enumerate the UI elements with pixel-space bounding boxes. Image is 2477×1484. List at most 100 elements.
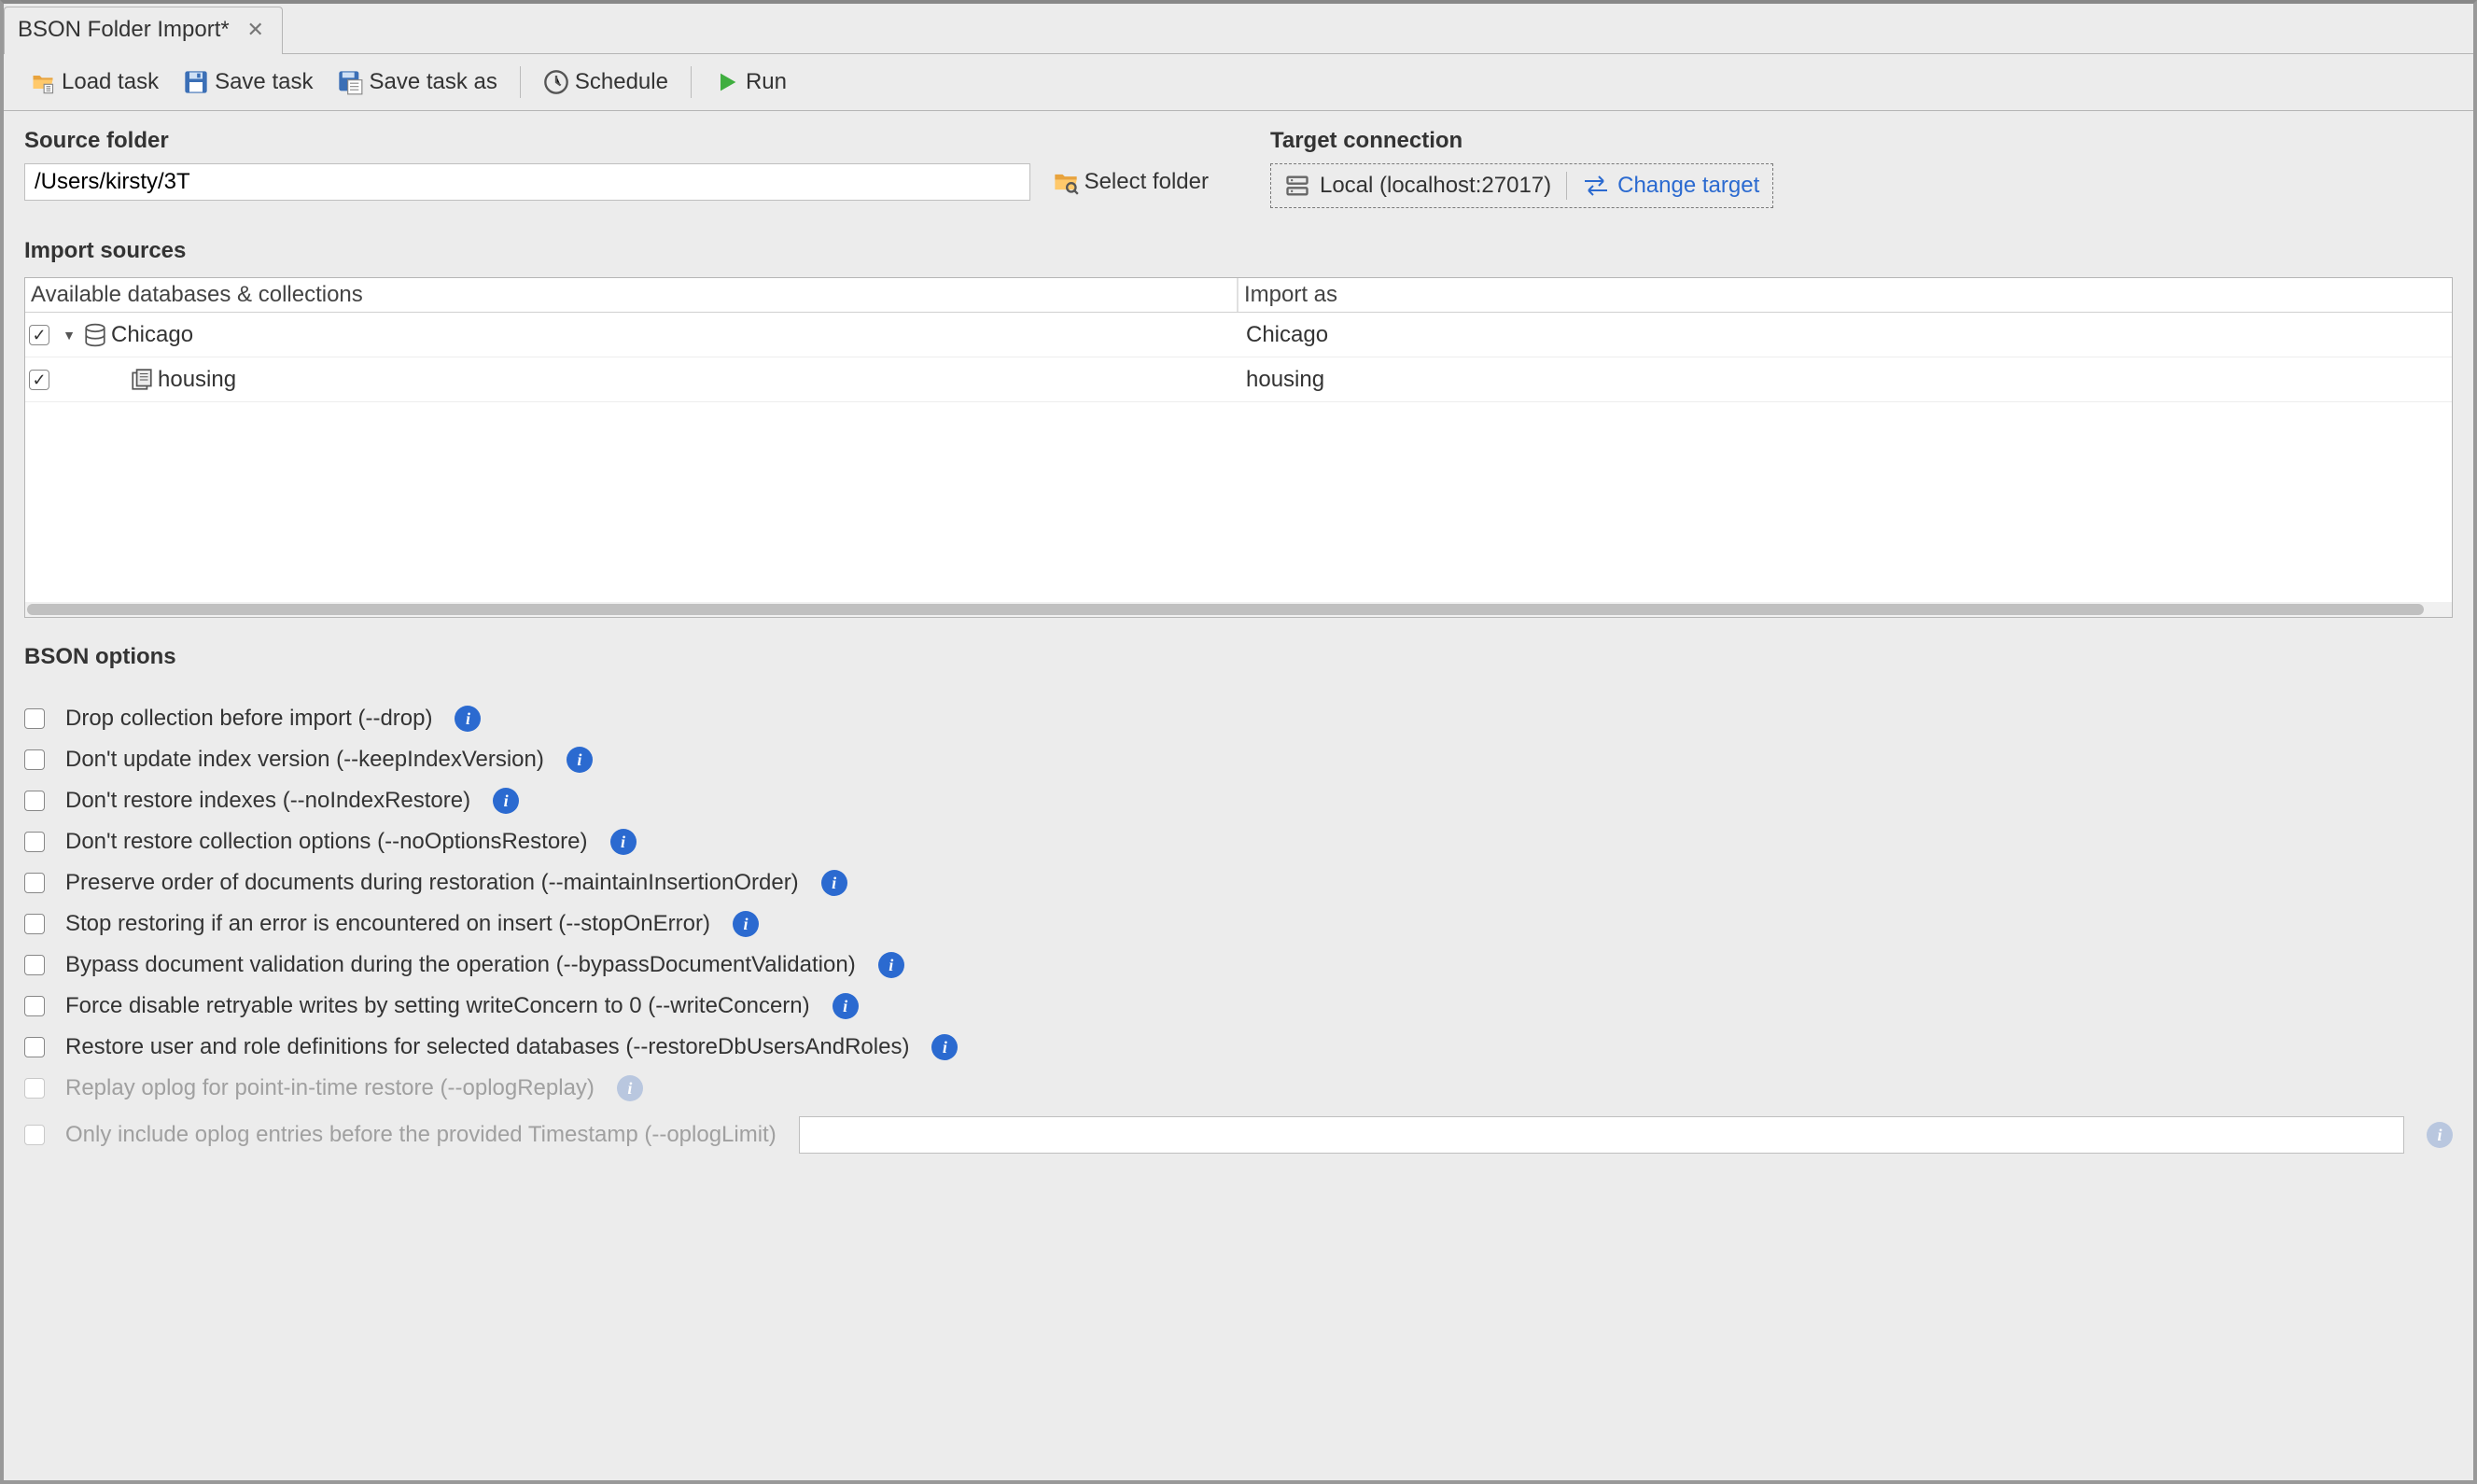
- folder-search-icon: [1053, 169, 1079, 195]
- option-label: Only include oplog entries before the pr…: [65, 1122, 777, 1148]
- grid-body: ▼ Chicago Chicago: [25, 313, 2452, 602]
- option-oplog-replay: Replay oplog for point-in-time restore (…: [24, 1075, 595, 1101]
- option-oplog-limit: Only include oplog entries before the pr…: [24, 1122, 777, 1148]
- load-task-button[interactable]: Load task: [22, 65, 166, 99]
- play-icon: [714, 69, 740, 95]
- select-folder-button[interactable]: Select folder: [1047, 165, 1214, 199]
- import-sources-label: Import sources: [24, 238, 2453, 264]
- option-label: Don't restore collection options (--noOp…: [65, 829, 588, 855]
- oplog-limit-input: [799, 1116, 2404, 1154]
- info-icon[interactable]: i: [455, 706, 481, 732]
- option-keep-index-version[interactable]: Don't update index version (--keepIndexV…: [24, 747, 544, 773]
- table-row[interactable]: ▼ Chicago Chicago: [25, 313, 2452, 357]
- content-area: Source folder Select folder Target conne…: [4, 111, 2473, 1480]
- close-icon[interactable]: ✕: [246, 21, 265, 39]
- option-label: Stop restoring if an error is encountere…: [65, 911, 710, 937]
- toolbar-separator: [691, 66, 692, 98]
- grid-header-import-as[interactable]: Import as: [1238, 278, 2452, 312]
- schedule-button[interactable]: Schedule: [536, 65, 676, 99]
- save-task-as-button[interactable]: Save task as: [329, 65, 504, 99]
- source-folder-label: Source folder: [24, 128, 1214, 154]
- info-icon[interactable]: i: [2427, 1122, 2453, 1148]
- row-name: housing: [158, 367, 236, 393]
- source-folder-input[interactable]: [24, 163, 1030, 201]
- schedule-label: Schedule: [575, 69, 668, 95]
- option-drop[interactable]: Drop collection before import (--drop): [24, 706, 432, 732]
- toolbar-separator: [520, 66, 521, 98]
- info-icon[interactable]: i: [733, 911, 759, 937]
- change-target-label: Change target: [1617, 173, 1759, 199]
- target-separator: [1566, 172, 1567, 200]
- target-connection-box: Local (localhost:27017) Change target: [1270, 163, 1773, 208]
- info-icon[interactable]: i: [493, 788, 519, 814]
- import-sources-grid: Available databases & collections Import…: [24, 277, 2453, 618]
- load-task-label: Load task: [62, 69, 159, 95]
- option-label: Don't restore indexes (--noIndexRestore): [65, 788, 470, 814]
- option-label: Restore user and role definitions for se…: [65, 1034, 909, 1060]
- select-folder-label: Select folder: [1085, 169, 1209, 195]
- info-icon[interactable]: i: [567, 747, 593, 773]
- option-checkbox[interactable]: [24, 708, 45, 729]
- info-icon[interactable]: i: [931, 1034, 958, 1060]
- horizontal-scrollbar[interactable]: [25, 602, 2452, 617]
- swap-icon: [1582, 175, 1610, 196]
- option-checkbox[interactable]: [24, 873, 45, 893]
- option-checkbox[interactable]: [24, 996, 45, 1016]
- chevron-down-icon[interactable]: ▼: [61, 327, 77, 343]
- option-label: Force disable retryable writes by settin…: [65, 993, 810, 1019]
- option-checkbox[interactable]: [24, 914, 45, 934]
- target-connection-label: Target connection: [1270, 128, 2453, 154]
- option-no-index-restore[interactable]: Don't restore indexes (--noIndexRestore): [24, 788, 470, 814]
- tab-title: BSON Folder Import*: [18, 17, 230, 43]
- database-icon: [83, 323, 107, 347]
- run-button[interactable]: Run: [707, 65, 794, 99]
- option-checkbox[interactable]: [24, 1037, 45, 1057]
- option-label: Bypass document validation during the op…: [65, 952, 856, 978]
- clock-icon: [543, 69, 569, 95]
- option-write-concern[interactable]: Force disable retryable writes by settin…: [24, 993, 810, 1019]
- row-import-as[interactable]: housing: [1238, 367, 2452, 393]
- target-connection-name: Local (localhost:27017): [1320, 173, 1551, 199]
- option-label: Preserve order of documents during resto…: [65, 870, 799, 896]
- change-target-button[interactable]: Change target: [1582, 173, 1759, 199]
- option-checkbox[interactable]: [24, 791, 45, 811]
- option-checkbox: [24, 1078, 45, 1099]
- option-checkbox: [24, 1125, 45, 1145]
- folder-open-icon: [30, 69, 56, 95]
- save-task-label: Save task: [215, 69, 313, 95]
- row-checkbox[interactable]: [29, 325, 49, 345]
- option-stop-on-error[interactable]: Stop restoring if an error is encountere…: [24, 911, 710, 937]
- option-bypass-validation[interactable]: Bypass document validation during the op…: [24, 952, 856, 978]
- option-checkbox[interactable]: [24, 749, 45, 770]
- info-icon[interactable]: i: [833, 993, 859, 1019]
- option-label: Don't update index version (--keepIndexV…: [65, 747, 544, 773]
- floppy-document-icon: [337, 69, 363, 95]
- tab-bson-import[interactable]: BSON Folder Import* ✕: [4, 7, 283, 54]
- option-restore-users-roles[interactable]: Restore user and role definitions for se…: [24, 1034, 909, 1060]
- table-row[interactable]: housing housing: [25, 357, 2452, 402]
- server-icon: [1284, 173, 1310, 199]
- info-icon[interactable]: i: [821, 870, 847, 896]
- row-import-as[interactable]: Chicago: [1238, 322, 2452, 348]
- option-checkbox[interactable]: [24, 955, 45, 975]
- info-icon[interactable]: i: [610, 829, 637, 855]
- option-maintain-insertion-order[interactable]: Preserve order of documents during resto…: [24, 870, 799, 896]
- options-panel: Drop collection before import (--drop) i…: [24, 706, 2453, 1182]
- toolbar: Load task Save task Save task as Schedul…: [4, 53, 2473, 111]
- save-task-as-label: Save task as: [369, 69, 497, 95]
- info-icon[interactable]: i: [878, 952, 904, 978]
- floppy-icon: [183, 69, 209, 95]
- info-icon[interactable]: i: [617, 1075, 643, 1101]
- row-name: Chicago: [111, 322, 193, 348]
- option-label: Drop collection before import (--drop): [65, 706, 432, 732]
- save-task-button[interactable]: Save task: [175, 65, 320, 99]
- option-label: Replay oplog for point-in-time restore (…: [65, 1075, 595, 1101]
- row-checkbox[interactable]: [29, 370, 49, 390]
- option-checkbox[interactable]: [24, 832, 45, 852]
- collection-icon: [130, 368, 154, 392]
- grid-header-available[interactable]: Available databases & collections: [25, 278, 1238, 312]
- run-label: Run: [746, 69, 787, 95]
- tab-bar: BSON Folder Import* ✕: [4, 4, 2473, 53]
- option-no-options-restore[interactable]: Don't restore collection options (--noOp…: [24, 829, 588, 855]
- bson-options-label: BSON options: [24, 644, 2453, 670]
